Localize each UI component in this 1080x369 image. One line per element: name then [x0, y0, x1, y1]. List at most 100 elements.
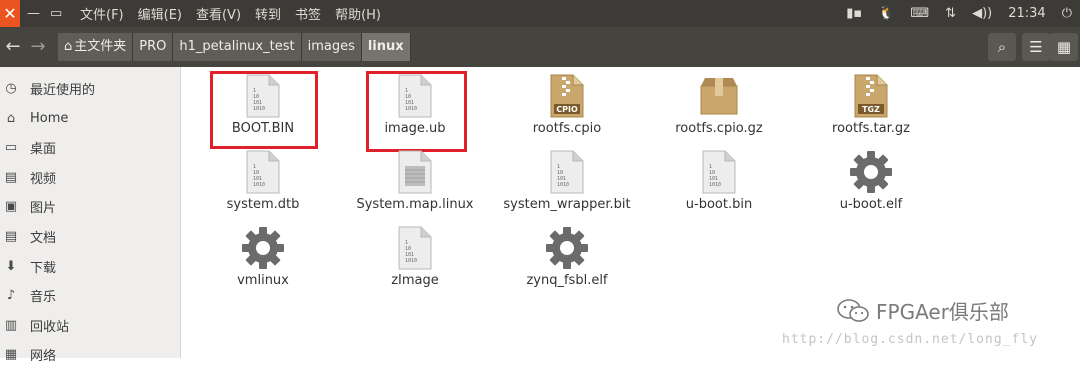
sidebar-item-label: 下载 [30, 260, 57, 276]
list-view-button[interactable]: ☰ [1022, 33, 1050, 61]
file-item[interactable]: 1 10 101 1010 zImage [340, 224, 490, 294]
file-item[interactable]: TGZ rootfs.tar.gz [796, 72, 946, 142]
clock-icon: ◷ [5, 81, 17, 96]
gear-icon [847, 148, 895, 196]
file-item[interactable]: 1 10 101 1010 u-boot.bin [644, 148, 794, 218]
sidebar-item[interactable]: ⬇ 下载 [0, 252, 180, 281]
file-item[interactable]: CPIO rootfs.cpio [492, 72, 642, 142]
sidebar-item-label: 图片 [30, 201, 57, 217]
svg-text:1010: 1010 [253, 182, 265, 188]
file-item[interactable]: 1 10 101 1010 system.dtb [188, 148, 338, 218]
sidebar-item[interactable]: ♪ 音乐 [0, 281, 180, 310]
volume-icon[interactable]: ◀)) [972, 6, 992, 21]
file-name: system_wrapper.bit [503, 197, 631, 212]
forward-button[interactable]: → [25, 33, 51, 61]
file-item[interactable]: zynq_fsbl.elf [492, 224, 642, 294]
battery-icon[interactable]: ▮▪ [846, 6, 862, 21]
menu-item[interactable]: 转到 [255, 4, 281, 23]
sidebar-item[interactable]: ▦ 网络 [0, 340, 180, 369]
file-name: u-boot.elf [839, 197, 903, 212]
menu-item[interactable]: 编辑(E) [138, 4, 182, 23]
file-item[interactable]: u-boot.elf [796, 148, 946, 218]
clock[interactable]: 21:34 [1008, 6, 1045, 21]
file-name: rootfs.cpio [532, 121, 602, 136]
home-icon: ⌂ [6, 110, 16, 126]
svg-text:TGZ: TGZ [862, 105, 880, 114]
archive-file-icon: TGZ [847, 72, 895, 120]
file-name: image.ub [384, 121, 446, 136]
user-icon[interactable]: 🐧 [878, 6, 894, 21]
grid-view-button[interactable]: ▦ [1050, 33, 1078, 61]
sidebar-item[interactable]: ▣ 图片 [0, 192, 180, 221]
svg-text:1010: 1010 [405, 258, 417, 264]
breadcrumb: ⌂ 主文件夹 PRO h1_petalinux_test images linux [58, 33, 411, 61]
sidebar-item-label: 网络 [30, 349, 57, 365]
close-window-button[interactable]: ✕ [0, 0, 20, 27]
maximize-window-button[interactable]: ▭ [50, 0, 62, 27]
download-icon: ⬇ [5, 258, 17, 274]
file-manager-toolbar: ← → ⌂ 主文件夹 PRO h1_petalinux_test images linux… [0, 27, 1080, 67]
file-item[interactable]: rootfs.cpio.gz [644, 72, 794, 142]
sidebar-item-label: 文档 [30, 231, 57, 246]
file-item[interactable]: 1 10 101 1010 image.ub [340, 72, 490, 142]
binary-file-icon: 1 10 101 1010 [391, 224, 439, 272]
sidebar-item[interactable]: ▭ 桌面 [0, 133, 180, 162]
network-arrows-icon[interactable]: ⇅ [945, 6, 956, 21]
file-item[interactable]: 1 10 101 1010 BOOT.BIN [188, 72, 338, 142]
sidebar-item[interactable]: ▤ 视频 [0, 163, 180, 192]
file-item[interactable]: 1 10 101 1010 system_wrapper.bit [492, 148, 642, 218]
sidebar-item[interactable]: ⌂ Home [0, 104, 180, 133]
breadcrumb-label: 主文件夹 [74, 39, 127, 54]
sidebar-item-label: 音乐 [30, 290, 57, 306]
wechat-icon [837, 298, 869, 322]
sidebar-item[interactable]: ◷ 最近使用的 [0, 74, 180, 103]
file-name: rootfs.tar.gz [832, 121, 910, 136]
file-name: vmlinux [237, 273, 289, 288]
archive-file-icon: CPIO [543, 72, 591, 120]
picture-icon: ▣ [4, 199, 18, 215]
app-menu: 文件(F) 编辑(E) 查看(V) 转到 书签 帮助(H) [80, 0, 395, 27]
svg-text:CPIO: CPIO [556, 105, 578, 114]
trash-icon: ▥ [4, 317, 18, 333]
menu-item[interactable]: 查看(V) [196, 4, 241, 23]
sidebar-item[interactable]: ▤ 文档 [0, 222, 180, 251]
network-icon: ▦ [4, 347, 18, 363]
breadcrumb-item[interactable]: linux [361, 33, 411, 61]
breadcrumb-item[interactable]: images [301, 33, 362, 61]
binary-file-icon: 1 10 101 1010 [391, 72, 439, 120]
sidebar-item-label: Home [30, 110, 69, 126]
home-icon: ⌂ [64, 39, 73, 54]
file-name: zImage [391, 273, 439, 288]
binary-file-icon: 1 10 101 1010 [239, 72, 287, 120]
menu-item[interactable]: 帮助(H) [335, 4, 381, 23]
sidebar-item[interactable]: ▥ 回收站 [0, 311, 180, 340]
watermark-url: http://blog.csdn.net/long_fly [782, 332, 1038, 347]
breadcrumb-item[interactable]: ⌂ 主文件夹 [58, 33, 134, 61]
svg-text:1010: 1010 [557, 182, 569, 188]
file-item[interactable]: vmlinux [188, 224, 338, 294]
file-name: rootfs.cpio.gz [675, 121, 763, 136]
svg-text:1010: 1010 [253, 106, 265, 112]
file-name: System.map.linux [356, 197, 474, 212]
breadcrumb-label: PRO [139, 39, 167, 54]
file-name: u-boot.bin [685, 197, 753, 212]
watermark-label: FPGAer俱乐部 [876, 300, 1009, 324]
power-icon[interactable]: ⏻ [1062, 6, 1072, 21]
back-button[interactable]: ← [0, 33, 26, 61]
desktop-icon: ▭ [4, 140, 18, 156]
file-item[interactable]: System.map.linux [340, 148, 490, 218]
search-button[interactable]: ⌕ [988, 33, 1016, 61]
gear-icon [543, 224, 591, 272]
breadcrumb-item[interactable]: PRO [133, 33, 174, 61]
minimize-window-button[interactable]: — [27, 0, 40, 27]
document-icon: ▤ [4, 229, 18, 244]
file-name: system.dtb [226, 197, 300, 212]
watermark: FPGAer俱乐部 [836, 296, 1009, 325]
keyboard-icon[interactable]: ⌨ [910, 6, 929, 21]
sidebar-item-label: 视频 [30, 171, 57, 187]
menu-item[interactable]: 书签 [295, 4, 321, 23]
breadcrumb-item[interactable]: h1_petalinux_test [173, 33, 302, 61]
file-name: BOOT.BIN [231, 121, 295, 136]
menu-item[interactable]: 文件(F) [80, 4, 124, 23]
text-file-icon [391, 148, 439, 196]
